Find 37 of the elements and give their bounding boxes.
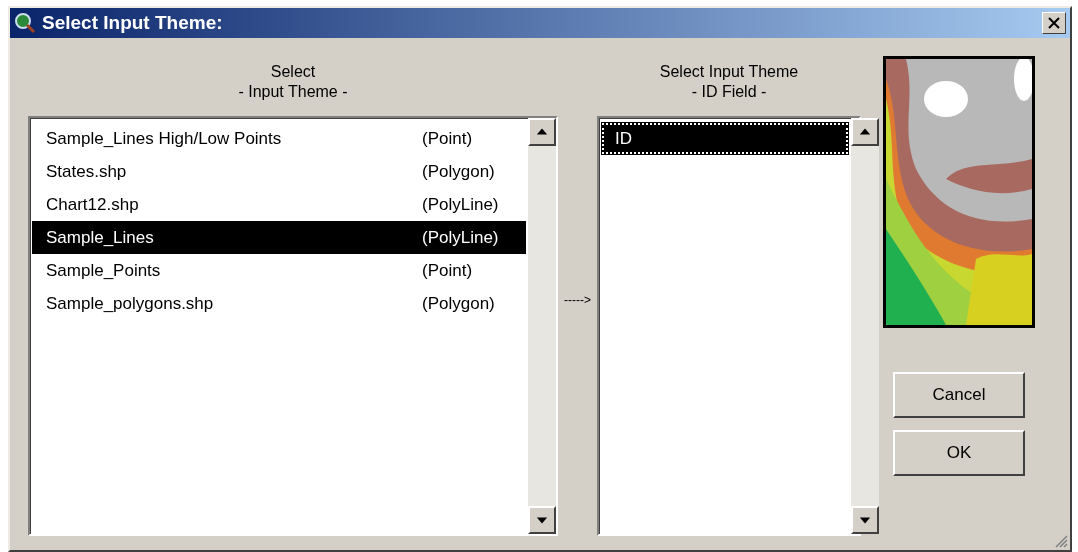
theme-name: Sample_polygons.shp [46, 293, 215, 314]
list-item[interactable]: Sample_Points (Point) [32, 254, 526, 287]
list-header: - ID Field - [691, 82, 767, 102]
list-item[interactable]: Sample_Lines High/Low Points (Point) [32, 122, 526, 155]
scroll-up-icon[interactable] [528, 118, 556, 146]
theme-type: (Polygon) [422, 293, 495, 314]
cancel-button[interactable]: Cancel [893, 372, 1025, 418]
close-icon [1048, 17, 1060, 29]
scroll-down-icon[interactable] [528, 506, 556, 534]
list-item[interactable]: States.shp (Polygon) [32, 155, 526, 188]
scrollbar[interactable] [851, 118, 879, 534]
list-item[interactable]: Sample_Lines (PolyLine) [32, 221, 526, 254]
scrollbar[interactable] [528, 118, 556, 534]
scroll-down-icon[interactable] [851, 506, 879, 534]
theme-name: Sample_Lines High/Low Points [46, 128, 283, 149]
theme-type: (Polygon) [422, 161, 495, 182]
scroll-up-icon[interactable] [851, 118, 879, 146]
theme-name: Sample_Points [46, 260, 162, 281]
resize-grip-icon[interactable] [1054, 534, 1068, 548]
list-header: Select [270, 62, 316, 82]
list-header: - Input Theme - [238, 82, 348, 102]
list-header: Select Input Theme [659, 62, 799, 82]
arrow-text: -----> [564, 292, 591, 307]
window-title: Select Input Theme: [42, 12, 223, 34]
close-button[interactable] [1042, 12, 1066, 34]
theme-type: (PolyLine) [422, 227, 499, 248]
list-item[interactable]: Sample_polygons.shp (Polygon) [32, 287, 526, 320]
list-item[interactable]: Chart12.shp (PolyLine) [32, 188, 526, 221]
theme-name: Chart12.shp [46, 194, 140, 215]
theme-type: (Point) [422, 260, 473, 281]
globe-magnifier-icon [14, 12, 36, 34]
theme-type: (Point) [422, 128, 473, 149]
theme-type: (PolyLine) [422, 194, 499, 215]
theme-name: Sample_Lines [46, 227, 155, 248]
list-item[interactable]: ID [601, 122, 849, 155]
theme-name: States.shp [46, 161, 128, 182]
ok-button[interactable]: OK [893, 430, 1025, 476]
